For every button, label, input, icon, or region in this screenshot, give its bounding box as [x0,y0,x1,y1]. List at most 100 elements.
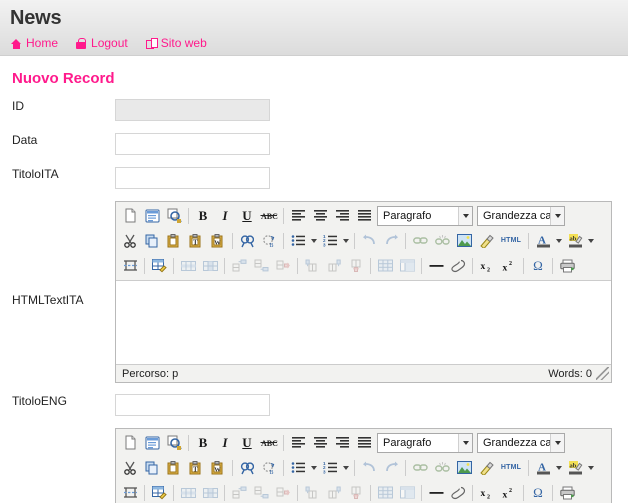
align-center-icon[interactable] [310,433,330,453]
text-color-dropdown-arrow[interactable] [554,458,564,478]
paste-text-icon[interactable]: T [186,231,206,251]
numbered-list-icon[interactable]: 123 [320,458,340,478]
superscript-icon[interactable]: x2 [499,256,519,276]
col-before-icon[interactable] [302,256,322,276]
image-icon[interactable] [454,231,474,251]
bold-icon[interactable]: B [193,206,213,226]
horizontal-rule-icon[interactable] [426,256,446,276]
italic-icon[interactable]: I [215,433,235,453]
align-justify-icon[interactable] [354,433,374,453]
split-cells-icon[interactable] [375,483,395,503]
text-color-dropdown-arrow[interactable] [554,231,564,251]
col-after-icon[interactable] [324,256,344,276]
italic-icon[interactable]: I [215,206,235,226]
special-char-icon[interactable]: Ω [528,256,548,276]
row-after-icon[interactable] [251,483,271,503]
row-after-icon[interactable] [251,256,271,276]
align-right-icon[interactable] [332,433,352,453]
preview-icon[interactable] [142,433,162,453]
merge-cells-icon[interactable] [397,256,417,276]
find-replace-icon[interactable]: B [259,458,279,478]
highlight-color-icon[interactable]: ab [565,458,585,478]
redo-icon[interactable] [381,458,401,478]
editor-content-area-htmltext-ita[interactable] [116,281,611,365]
page-break-icon[interactable] [120,483,140,503]
print-icon[interactable] [557,256,577,276]
strikethrough-icon[interactable]: ABC [259,433,279,453]
preview-icon[interactable] [142,206,162,226]
find-replace-icon[interactable]: B [259,231,279,251]
copy-icon[interactable] [142,458,162,478]
highlight-color-icon[interactable]: ab [565,231,585,251]
highlight-color-dropdown-arrow[interactable] [586,458,596,478]
cleanup-icon[interactable] [476,231,496,251]
format-select[interactable]: Paragrafo [377,432,473,453]
split-cells-icon[interactable] [375,256,395,276]
bullet-list-dropdown-arrow[interactable] [309,231,319,251]
bold-icon[interactable]: B [193,433,213,453]
paste-icon[interactable] [164,458,184,478]
subscript-icon[interactable]: x2 [477,483,497,503]
find-icon[interactable] [237,458,257,478]
align-left-icon[interactable] [288,433,308,453]
align-center-icon[interactable] [310,206,330,226]
unlink-icon[interactable] [432,231,452,251]
table-row-props-icon[interactable] [178,483,198,503]
paste-icon[interactable] [164,231,184,251]
cut-icon[interactable] [120,458,140,478]
undo-icon[interactable] [359,231,379,251]
text-color-icon[interactable]: A [533,231,553,251]
paste-word-icon[interactable]: W [208,458,228,478]
zoom-search-icon[interactable] [164,206,184,226]
table-cell-props-icon[interactable] [200,483,220,503]
paste-text-icon[interactable]: T [186,458,206,478]
row-before-icon[interactable] [229,256,249,276]
editor-resize-handle[interactable] [596,367,609,380]
numbered-list-dropdown-arrow[interactable] [341,458,351,478]
find-icon[interactable] [237,231,257,251]
text-color-icon[interactable]: A [533,458,553,478]
input-titolo-eng[interactable] [115,394,270,416]
align-right-icon[interactable] [332,206,352,226]
nav-link-sito-web[interactable]: Sito web [145,36,207,50]
remove-format-icon[interactable] [448,483,468,503]
merge-cells-icon[interactable] [397,483,417,503]
print-icon[interactable] [557,483,577,503]
format-select[interactable]: Paragrafo [377,205,473,226]
numbered-list-icon[interactable]: 123 [320,231,340,251]
input-data[interactable] [115,133,270,155]
new-document-icon[interactable] [120,206,140,226]
paste-word-icon[interactable]: W [208,231,228,251]
undo-icon[interactable] [359,458,379,478]
table-cell-props-icon[interactable] [200,256,220,276]
image-icon[interactable] [454,458,474,478]
col-before-icon[interactable] [302,483,322,503]
bullet-list-icon[interactable] [288,231,308,251]
cut-icon[interactable] [120,231,140,251]
underline-icon[interactable]: U [237,206,257,226]
subscript-icon[interactable]: x2 [477,256,497,276]
unlink-icon[interactable] [432,458,452,478]
special-char-icon[interactable]: Ω [528,483,548,503]
link-icon[interactable] [410,458,430,478]
nav-link-home[interactable]: Home [11,36,58,50]
align-left-icon[interactable] [288,206,308,226]
zoom-search-icon[interactable] [164,433,184,453]
nav-link-logout[interactable]: Logout [76,36,128,50]
html-source-icon[interactable]: HTML [498,231,524,251]
input-titolo-ita[interactable] [115,167,270,189]
superscript-icon[interactable]: x2 [499,483,519,503]
input-id[interactable] [115,99,270,121]
table-row-props-icon[interactable] [178,256,198,276]
html-source-icon[interactable]: HTML [498,458,524,478]
table-properties-icon[interactable] [149,256,169,276]
remove-format-icon[interactable] [448,256,468,276]
link-icon[interactable] [410,231,430,251]
bullet-list-dropdown-arrow[interactable] [309,458,319,478]
row-before-icon[interactable] [229,483,249,503]
delete-col-icon[interactable] [346,483,366,503]
copy-icon[interactable] [142,231,162,251]
table-properties-icon[interactable] [149,483,169,503]
bullet-list-icon[interactable] [288,458,308,478]
fontsize-select[interactable]: Grandezza cara [477,432,565,453]
